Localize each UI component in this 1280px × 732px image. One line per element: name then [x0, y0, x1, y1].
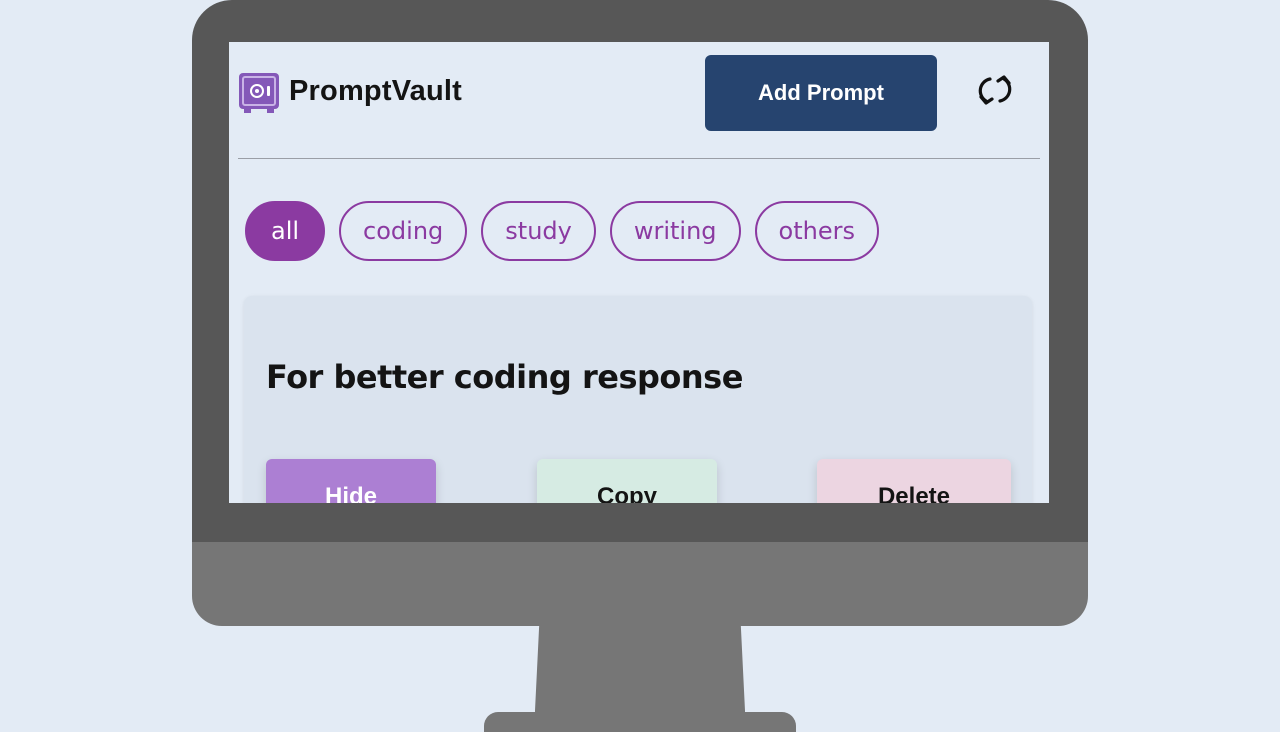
monitor-chin — [192, 542, 1088, 626]
filter-writing[interactable]: writing — [609, 201, 741, 261]
refresh-icon[interactable] — [975, 70, 1015, 110]
copy-button[interactable]: Copy — [537, 459, 717, 503]
filter-coding[interactable]: coding — [339, 201, 468, 261]
filter-others[interactable]: others — [754, 201, 879, 261]
app-screen: PromptVault Add Prompt all coding study … — [229, 42, 1049, 503]
hide-button[interactable]: Hide — [266, 459, 436, 503]
prompt-title: For better coding response — [266, 358, 743, 396]
add-prompt-button[interactable]: Add Prompt — [705, 55, 937, 131]
monitor-base — [484, 712, 796, 732]
header-divider — [238, 158, 1040, 159]
app-title: PromptVault — [289, 75, 462, 107]
category-filters: all coding study writing others — [245, 201, 879, 263]
prompt-card: For better coding response Hide Copy Del… — [244, 296, 1032, 503]
safe-vault-icon — [238, 72, 280, 114]
filter-study[interactable]: study — [481, 201, 596, 261]
filter-all[interactable]: all — [245, 201, 326, 261]
delete-button[interactable]: Delete — [817, 459, 1011, 503]
monitor-stand — [535, 625, 745, 720]
